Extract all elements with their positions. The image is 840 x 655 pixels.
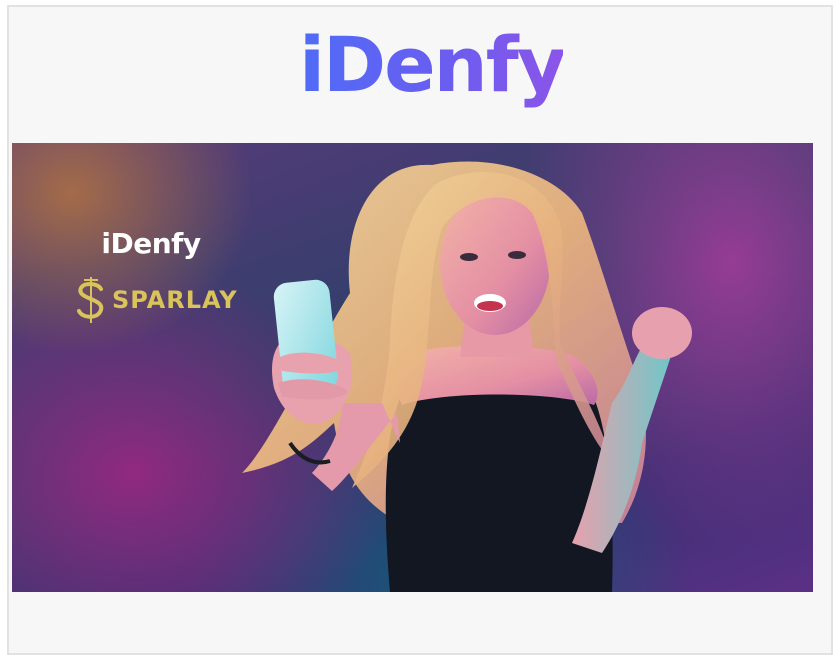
eye-left — [460, 253, 478, 261]
sparlay-wordmark: SPARLAY — [112, 286, 238, 314]
sparlay-logo: SPARLAY — [72, 275, 238, 325]
hero-banner-image: iDenfy SPARLAY — [12, 143, 813, 592]
fist — [632, 307, 692, 359]
phone — [273, 279, 339, 393]
hero-idenfy-logo: iDenfy — [101, 227, 201, 260]
dress — [385, 386, 613, 592]
eye-right — [508, 251, 526, 259]
hero-illustration — [242, 161, 692, 592]
dollar-emblem-icon — [72, 275, 110, 325]
idenfy-logo: iDenfy — [299, 15, 566, 125]
